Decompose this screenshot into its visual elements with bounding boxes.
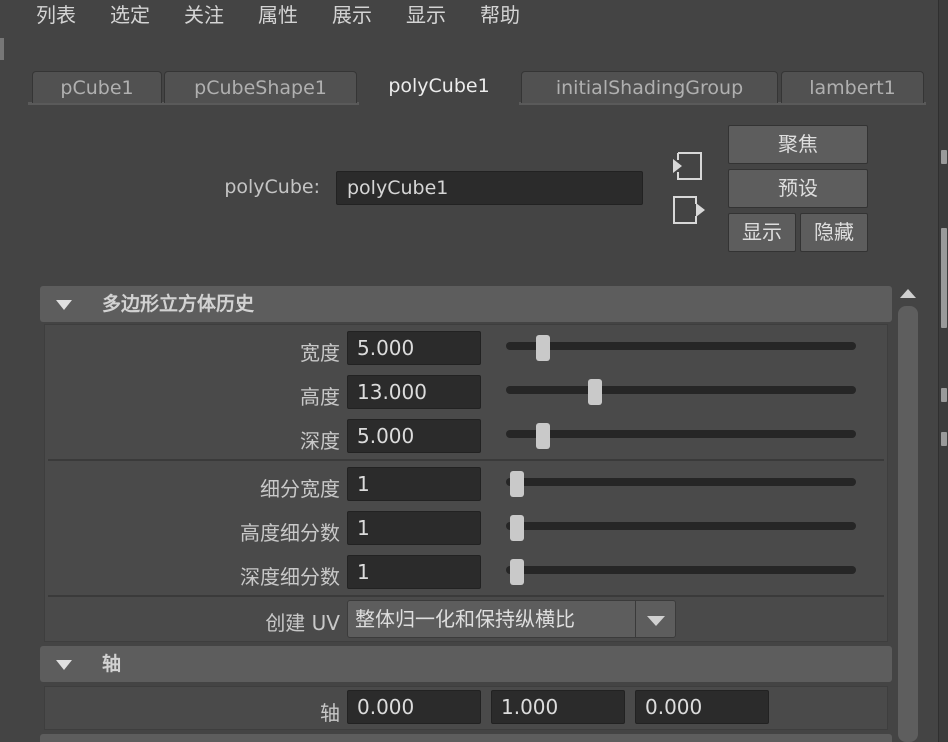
subdivisions-width-field[interactable]: 1	[347, 467, 481, 501]
edge-marker	[941, 150, 947, 164]
menu-bar: 列表 选定 关注 属性 展示 显示 帮助	[0, 0, 948, 34]
height-slider-thumb[interactable]	[587, 379, 602, 405]
collapse-triangle-icon	[56, 300, 72, 310]
subdivisions-depth-field[interactable]: 1	[347, 555, 481, 589]
chevron-down-icon	[647, 616, 665, 626]
edge-marker	[941, 228, 947, 328]
width-slider-track[interactable]	[506, 342, 856, 350]
tab-initialshadinggroup[interactable]: initialShadingGroup	[521, 71, 778, 103]
menu-select[interactable]: 选定	[110, 2, 150, 28]
subdivisions-width-label: 细分宽度	[260, 477, 340, 501]
subdivisions-height-slider-thumb[interactable]	[510, 515, 524, 541]
depth-label: 深度	[300, 429, 340, 453]
collapse-triangle-icon	[56, 660, 72, 670]
node-type-label: polyCube:	[224, 176, 320, 198]
width-slider-thumb[interactable]	[535, 335, 550, 361]
axis-x-field[interactable]: 0.000	[347, 690, 481, 724]
subdivisions-height-label: 高度细分数	[240, 521, 340, 545]
dropdown-separator	[635, 601, 636, 637]
subdivisions-height-field[interactable]: 1	[347, 511, 481, 545]
tab-polycube1[interactable]: polyCube1	[359, 69, 519, 105]
menu-display[interactable]: 显示	[406, 2, 446, 28]
tab-pcubeshape1[interactable]: pCubeShape1	[164, 71, 357, 103]
menu-focus[interactable]: 关注	[184, 2, 224, 28]
height-slider-track[interactable]	[506, 386, 856, 394]
axis-label: 轴	[320, 701, 340, 725]
left-panel-edge	[0, 38, 4, 60]
hide-button[interactable]: 隐藏	[800, 213, 868, 252]
create-uv-dropdown[interactable]: 整体归一化和保持纵横比	[347, 600, 676, 638]
subdivisions-depth-label: 深度细分数	[240, 565, 340, 589]
subdivisions-height-slider-track[interactable]	[506, 522, 856, 530]
depth-slider-track[interactable]	[506, 430, 856, 438]
create-uv-value: 整体归一化和保持纵横比	[355, 607, 575, 631]
vertical-scrollbar[interactable]	[898, 306, 918, 742]
adjacent-panel-edge	[938, 0, 948, 742]
tab-pcube1[interactable]: pCube1	[32, 71, 162, 103]
height-label: 高度	[300, 385, 340, 409]
depth-slider-thumb[interactable]	[535, 423, 550, 449]
depth-field[interactable]: 5.000	[347, 419, 481, 453]
height-field[interactable]: 13.000	[347, 375, 481, 409]
tab-lambert1[interactable]: lambert1	[781, 71, 924, 103]
exit-arrow-icon[interactable]	[672, 194, 706, 226]
subdivisions-width-slider-thumb[interactable]	[510, 471, 524, 497]
menu-list[interactable]: 列表	[36, 2, 76, 28]
node-name-field[interactable]: polyCube1	[336, 171, 643, 205]
edge-marker	[941, 388, 947, 402]
section-header-next[interactable]	[40, 734, 892, 742]
subdivisions-depth-slider-track[interactable]	[506, 566, 856, 574]
subdivisions-depth-slider-thumb[interactable]	[510, 559, 524, 585]
subdivisions-width-slider-track[interactable]	[506, 478, 856, 486]
width-label: 宽度	[300, 341, 340, 365]
presets-button[interactable]: 预设	[728, 169, 868, 208]
menu-attributes[interactable]: 属性	[258, 2, 298, 28]
row-divider	[48, 595, 884, 597]
axis-y-field[interactable]: 1.000	[491, 690, 625, 724]
section-header-axis[interactable]: 轴	[40, 646, 892, 682]
edge-marker	[941, 432, 947, 446]
scroll-up-arrow-icon[interactable]	[898, 284, 918, 304]
focus-button[interactable]: 聚焦	[728, 125, 868, 164]
section-header-history[interactable]: 多边形立方体历史	[40, 286, 892, 322]
row-divider	[48, 459, 884, 461]
show-button[interactable]: 显示	[728, 213, 796, 252]
width-field[interactable]: 5.000	[347, 331, 481, 365]
section-title: 轴	[102, 653, 122, 675]
enter-arrow-icon[interactable]	[670, 150, 704, 182]
section-title: 多边形立方体历史	[102, 293, 255, 315]
menu-help[interactable]: 帮助	[480, 2, 520, 28]
create-uv-label: 创建 UV	[265, 611, 340, 635]
menu-show[interactable]: 展示	[332, 2, 372, 28]
axis-z-field[interactable]: 0.000	[635, 690, 769, 724]
